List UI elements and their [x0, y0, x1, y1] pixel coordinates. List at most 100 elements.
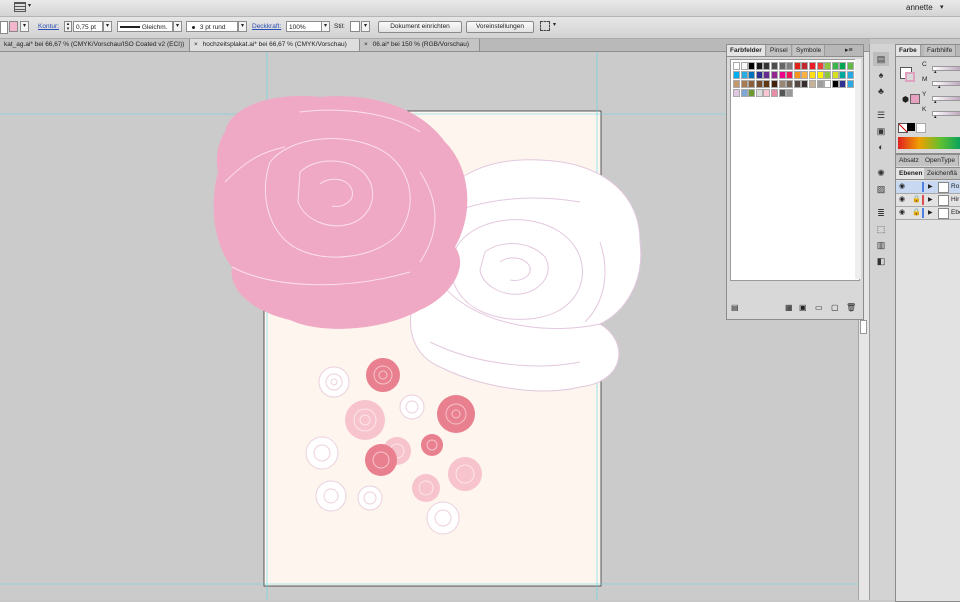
color-swatch[interactable] — [831, 80, 839, 88]
color-swatch[interactable] — [786, 80, 794, 88]
tab-swatches[interactable]: Farbfelder — [727, 45, 766, 56]
color-swatch[interactable] — [771, 62, 778, 70]
scrollbar-thumb[interactable] — [860, 320, 867, 334]
workspace-icon[interactable] — [14, 2, 26, 12]
color-swatch[interactable] — [763, 71, 771, 79]
color-swatch[interactable] — [763, 80, 771, 88]
graphic-style-icon[interactable]: ▨ — [873, 182, 889, 196]
color-swatch[interactable] — [786, 62, 794, 70]
align-icon[interactable]: ▥ — [873, 238, 889, 252]
color-swatch[interactable] — [733, 89, 740, 97]
color-swatch[interactable] — [748, 89, 756, 97]
color-swatch[interactable] — [809, 80, 816, 88]
pathfinder-icon[interactable]: ◧ — [873, 254, 889, 268]
close-icon[interactable]: × — [194, 41, 198, 48]
slider-thumb-icon[interactable]: ▴ — [934, 114, 937, 120]
color-swatch[interactable] — [771, 89, 778, 97]
stroke-style-field[interactable]: Gleichm. — [117, 21, 173, 32]
layer-row[interactable]: ◉ 🔒 ▶ Hir — [896, 194, 960, 207]
color-swatch[interactable] — [778, 89, 786, 97]
layers-icon[interactable]: ≣ — [873, 206, 889, 220]
color-swatch[interactable] — [816, 71, 824, 79]
color-swatch[interactable] — [740, 80, 748, 88]
color-swatch[interactable] — [801, 62, 809, 70]
stroke-box[interactable] — [905, 72, 915, 82]
close-icon[interactable]: × — [364, 41, 368, 48]
channel-slider[interactable] — [932, 81, 960, 86]
color-swatch[interactable] — [748, 80, 756, 88]
opacity-label[interactable]: Deckkraft: — [252, 23, 281, 30]
arrange-dropdown-icon[interactable]: ▾ — [553, 21, 556, 28]
panel-menu-icon[interactable]: ▸≡ — [845, 46, 853, 54]
layer-row[interactable]: ◉ 🔒 ▶ Ebe — [896, 207, 960, 220]
tab-color-guide[interactable]: Farbhilfe — [924, 45, 957, 56]
color-swatch[interactable] — [755, 62, 763, 70]
stroke-weight-arrow[interactable]: ▾ — [103, 21, 112, 32]
color-swatch[interactable] — [847, 71, 854, 79]
new-swatch-icon[interactable]: ▢ — [831, 303, 839, 312]
color-swatch[interactable] — [771, 71, 778, 79]
new-color-group-icon[interactable]: ▭ — [815, 303, 823, 312]
visibility-eye-icon[interactable]: ◉ — [899, 207, 905, 219]
color-swatch[interactable] — [831, 71, 839, 79]
color-swatch[interactable] — [786, 71, 794, 79]
graphic-style-swatch[interactable] — [350, 21, 360, 32]
tab-brushes[interactable]: Pinsel — [767, 45, 792, 56]
stroke-weight-field[interactable]: 0,75 pt — [73, 21, 103, 32]
workspace-arrow-icon[interactable]: ▾ — [28, 2, 31, 9]
color-swatch[interactable] — [793, 71, 801, 79]
gradient-icon[interactable]: ▣ — [873, 124, 889, 138]
color-swatch[interactable] — [816, 80, 824, 88]
color-swatch[interactable] — [793, 62, 801, 70]
brush-field[interactable]: 3 pt rund — [186, 21, 238, 32]
black-swatch[interactable] — [907, 123, 915, 131]
color-swatch[interactable] — [748, 71, 756, 79]
color-swatch[interactable] — [831, 62, 839, 70]
color-swatch[interactable] — [771, 80, 778, 88]
stroke-stepper-icon[interactable]: ▴ ▾ — [64, 21, 72, 32]
color-swatch[interactable] — [809, 71, 816, 79]
color-swatch[interactable] — [847, 62, 854, 70]
tab-artboards[interactable]: Zeichenflä — [924, 168, 960, 179]
color-swatch[interactable] — [755, 89, 763, 97]
opacity-arrow[interactable]: ▾ — [321, 21, 330, 32]
color-swatch[interactable] — [755, 80, 763, 88]
graphic-styles-icon[interactable]: ▤ — [873, 52, 889, 66]
transform-icon[interactable]: ⬚ — [873, 222, 889, 236]
stroke-icon[interactable]: ☰ — [873, 108, 889, 122]
color-swatch[interactable] — [740, 71, 748, 79]
doc-tab-hochzeitsplakat[interactable]: × hochzeitsplakat.ai* bei 66,67 % (CMYK/… — [190, 39, 360, 51]
out-of-gamut-icon[interactable]: ⬢ — [902, 95, 909, 104]
swatch-options-icon[interactable]: ▣ — [799, 303, 807, 312]
doc-tab-06[interactable]: × 06.ai* bei 150 % (RGB/Vorschau) — [360, 39, 480, 51]
color-swatch[interactable] — [839, 62, 847, 70]
color-swatch[interactable] — [733, 71, 740, 79]
swatch-library-icon[interactable]: ▤ — [731, 303, 739, 312]
color-swatch[interactable] — [763, 89, 771, 97]
expand-arrow-icon[interactable]: ▶ — [928, 207, 933, 219]
color-swatch[interactable] — [733, 80, 740, 88]
color-swatch[interactable] — [801, 71, 809, 79]
lock-icon[interactable]: 🔒 — [912, 194, 921, 206]
expand-arrow-icon[interactable]: ▶ — [928, 181, 933, 193]
fill-dropdown-arrow[interactable]: ▾ — [20, 21, 29, 32]
color-swatch[interactable] — [839, 71, 847, 79]
transparency-icon[interactable]: ◐ — [873, 140, 889, 154]
color-swatch[interactable] — [801, 80, 809, 88]
stroke-style-arrow[interactable]: ▾ — [173, 21, 182, 32]
color-spectrum[interactable] — [898, 137, 960, 149]
color-swatch[interactable] — [839, 80, 847, 88]
fill-stroke-icon[interactable] — [900, 67, 915, 82]
color-swatch[interactable] — [824, 80, 832, 88]
visibility-eye-icon[interactable]: ◉ — [899, 194, 905, 206]
brushes-icon[interactable]: ♠ — [873, 68, 889, 82]
doc-tab-kat[interactable]: kat_ag.ai* bei 66,67 % (CMYK/Vorschau/IS… — [0, 39, 190, 51]
fill-dropdown-icon[interactable] — [9, 21, 18, 32]
color-swatch[interactable] — [824, 62, 832, 70]
preferences-button[interactable]: Voreinstellungen — [466, 21, 534, 33]
color-swatch[interactable] — [763, 62, 771, 70]
symbols-icon[interactable]: ♣ — [873, 84, 889, 98]
document-setup-button[interactable]: Dokument einrichten — [378, 21, 462, 33]
color-swatch[interactable] — [778, 80, 786, 88]
color-swatch[interactable] — [809, 62, 816, 70]
